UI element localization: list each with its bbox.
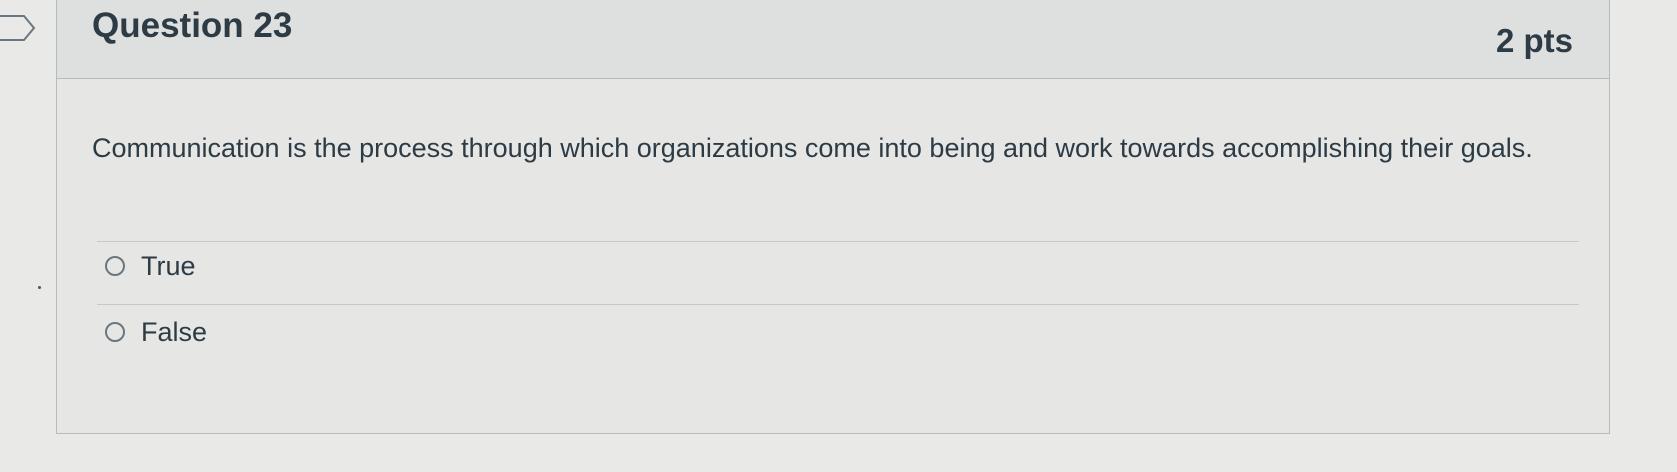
answer-label: False [141,316,208,347]
question-title: Question 23 [92,6,293,45]
answer-label: True [141,250,196,281]
decorative-dot [38,286,41,289]
question-header: Question 23 2 pts [57,0,1609,79]
answer-option-true[interactable]: True [105,249,196,283]
answer-option-false[interactable]: False [105,315,207,349]
radio-button-icon[interactable] [105,322,125,342]
question-text: Communication is the process through whi… [92,133,1533,163]
question-points: 2 pts [1495,22,1573,59]
answer-divider [97,241,1579,242]
radio-button-icon[interactable] [105,256,125,276]
flag-question-icon[interactable] [0,14,38,42]
answer-divider [97,304,1579,305]
question-card: Question 23 2 pts Communication is the p… [56,0,1610,434]
